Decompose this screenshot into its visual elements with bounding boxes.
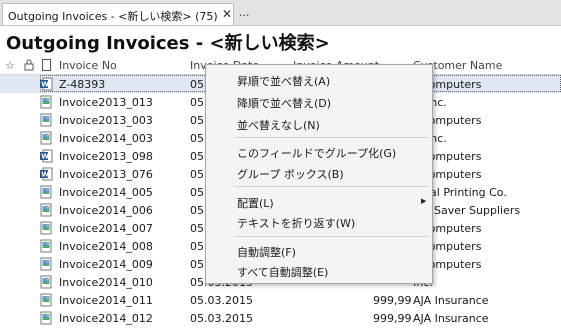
image-doc-icon [39, 95, 53, 109]
submenu-arrow-icon: ▶ [421, 197, 427, 205]
menu-separator [234, 236, 428, 237]
cell-invoice-no: Invoice2013_098 [59, 150, 153, 163]
menu-auto-fit-all[interactable]: すべて自動調整(E) [237, 264, 328, 280]
image-doc-icon [39, 203, 53, 217]
cell-invoice-no: Invoice2013_076 [59, 168, 153, 181]
star-icon[interactable]: ☆ [5, 59, 15, 72]
tab-bar: Outgoing Invoices - <新しい検索> (75) ✕ ... [0, 0, 561, 26]
cell-customer-name: AJA Insurance [413, 294, 489, 307]
cell-invoice-no: Invoice2014_008 [59, 240, 153, 253]
tab-outgoing-invoices[interactable]: Outgoing Invoices - <新しい検索> (75) ✕ [2, 3, 234, 25]
menu-sort-ascending[interactable]: 昇順で並べ替え(A) [237, 73, 330, 89]
menu-sort-descending[interactable]: 降順で並べ替え(D) [237, 95, 331, 111]
menu-no-sort[interactable]: 並べ替えなし(N) [237, 117, 320, 133]
lock-icon[interactable] [24, 59, 34, 74]
cell-invoice-amount: 999,99 [373, 294, 412, 307]
menu-separator [234, 186, 428, 187]
menu-auto-fit[interactable]: 自動調整(F) [237, 244, 296, 260]
cell-invoice-no: Invoice2014_006 [59, 204, 153, 217]
image-doc-icon [39, 113, 53, 127]
image-doc-icon [39, 185, 53, 199]
cell-invoice-no: Z-48393 [59, 78, 106, 91]
page-title: Outgoing Invoices - <新しい検索> [6, 33, 330, 54]
cell-invoice-no: Invoice2013_013 [59, 96, 153, 109]
close-icon[interactable]: ✕ [222, 7, 232, 21]
cell-invoice-no: Invoice2014_011 [59, 294, 153, 307]
document-icon[interactable] [42, 59, 51, 74]
menu-group-box[interactable]: グループ ボックス(B) [237, 166, 344, 182]
cell-invoice-date: 05.03.2015 [190, 312, 253, 325]
cell-invoice-no: Invoice2014_009 [59, 258, 153, 271]
menu-alignment[interactable]: 配置(L) [237, 195, 274, 211]
svg-text:W: W [41, 171, 49, 179]
word-doc-icon: W [39, 149, 53, 163]
menu-group-by-field[interactable]: このフィールドでグループ化(G) [237, 145, 396, 161]
menu-wrap-text[interactable]: テキストを折り返す(W) [237, 215, 355, 231]
word-doc-icon: W [39, 77, 53, 91]
cell-invoice-no: Invoice2014_005 [59, 186, 153, 199]
column-invoice-no[interactable]: Invoice No [59, 59, 117, 72]
tab-label: Outgoing Invoices - <新しい検索> (75) [8, 10, 218, 23]
word-doc-icon: W [39, 167, 53, 181]
cell-customer-name: AJA Insurance [413, 312, 489, 325]
cell-invoice-no: Invoice2014_012 [59, 312, 153, 325]
image-doc-icon [39, 293, 53, 307]
cell-invoice-no: Invoice2014_010 [59, 276, 153, 289]
cell-invoice-date: 05.03.2015 [190, 294, 253, 307]
image-doc-icon [39, 221, 53, 235]
more-tabs-button[interactable]: ... [239, 6, 250, 19]
image-doc-icon [39, 131, 53, 145]
svg-text:W: W [41, 81, 49, 89]
image-doc-icon [39, 311, 53, 325]
cell-invoice-no: Invoice2014_007 [59, 222, 153, 235]
column-context-menu: 昇順で並べ替え(A) 降順で並べ替え(D) 並べ替えなし(N) このフィールドで… [205, 64, 433, 284]
svg-text:W: W [41, 153, 49, 161]
table-row[interactable]: Invoice2014_012 05.03.2015 999,99 AJA Insur… [0, 309, 561, 327]
image-doc-icon [39, 257, 53, 271]
table-row[interactable]: Invoice2014_011 05.03.2015 999,99 AJA Insur… [0, 291, 561, 309]
image-doc-icon [39, 239, 53, 253]
image-doc-icon [39, 275, 53, 289]
cell-invoice-amount: 999,99 [373, 312, 412, 325]
cell-invoice-no: Invoice2014_003 [59, 132, 153, 145]
menu-separator [234, 137, 428, 138]
cell-invoice-no: Invoice2013_003 [59, 114, 153, 127]
